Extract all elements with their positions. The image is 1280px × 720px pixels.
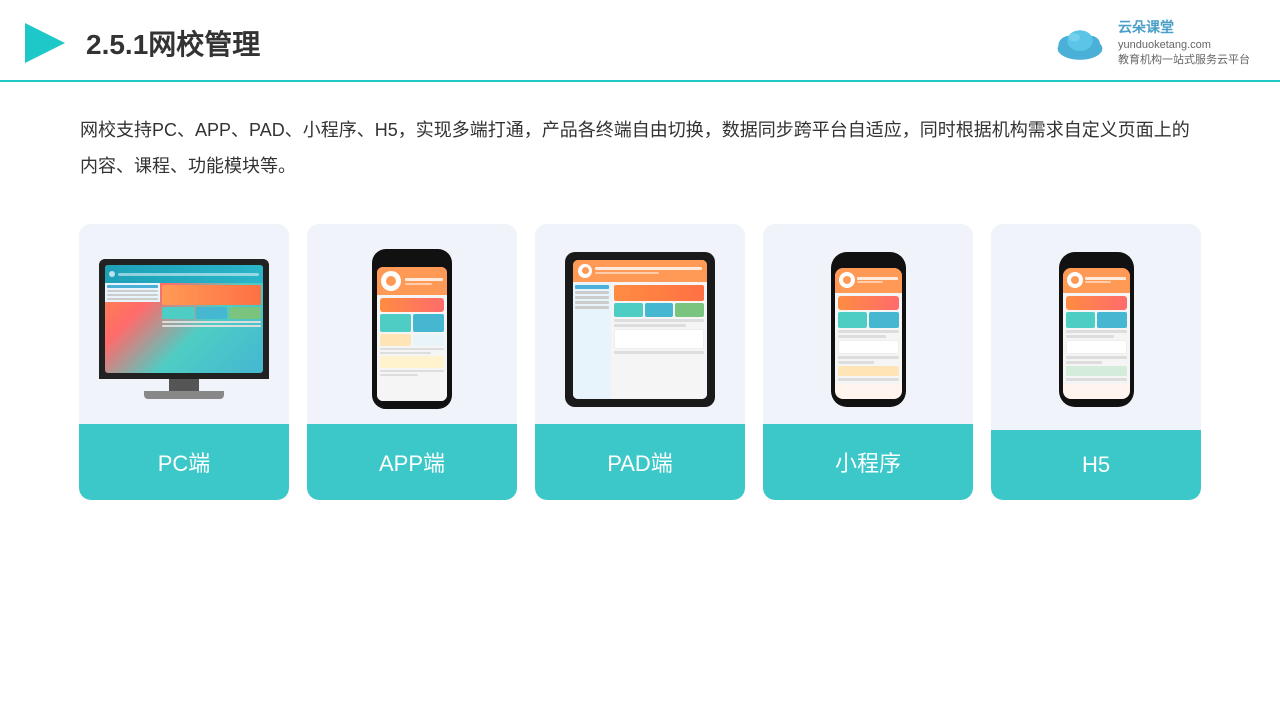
card-miniprogram: 小程序 (763, 224, 973, 500)
card-h5: H5 (991, 224, 1201, 500)
card-pc: PC端 (79, 224, 289, 500)
app-device (372, 249, 452, 409)
pc-device (99, 259, 269, 399)
logo-icon (1050, 23, 1110, 63)
card-pad-label: PAD端 (535, 424, 745, 500)
card-app-image (307, 224, 517, 424)
logo-text: 云朵课堂 yunduoketang.com 教育机构一站式服务云平台 (1118, 18, 1250, 68)
header-left: 2.5.1网校管理 (20, 18, 260, 68)
card-app-label: APP端 (307, 424, 517, 500)
page-header: 2.5.1网校管理 云朵课堂 yunduoketang.com 教育机构一站式服… (0, 0, 1280, 82)
page-title: 2.5.1网校管理 (86, 23, 260, 63)
card-app: APP端 (307, 224, 517, 500)
cards-container: PC端 (0, 194, 1280, 530)
miniprogram-device (831, 252, 906, 407)
card-pc-image (79, 224, 289, 424)
card-pad-image (535, 224, 745, 424)
card-miniprogram-image (763, 224, 973, 424)
card-miniprogram-label: 小程序 (763, 424, 973, 500)
h5-device (1059, 252, 1134, 407)
card-pad: PAD端 (535, 224, 745, 500)
card-h5-label: H5 (991, 430, 1201, 500)
pad-device (565, 252, 715, 407)
card-h5-image (991, 224, 1201, 424)
description-text: 网校支持PC、APP、PAD、小程序、H5，实现多端打通，产品各终端自由切换，数… (0, 82, 1280, 194)
play-icon (20, 18, 70, 68)
logo-url: yunduoketang.com (1118, 38, 1250, 53)
logo-area: 云朵课堂 yunduoketang.com 教育机构一站式服务云平台 (1050, 18, 1250, 68)
card-pc-label: PC端 (79, 424, 289, 500)
logo-name: 云朵课堂 (1118, 18, 1250, 38)
logo-tagline: 教育机构一站式服务云平台 (1118, 53, 1250, 68)
